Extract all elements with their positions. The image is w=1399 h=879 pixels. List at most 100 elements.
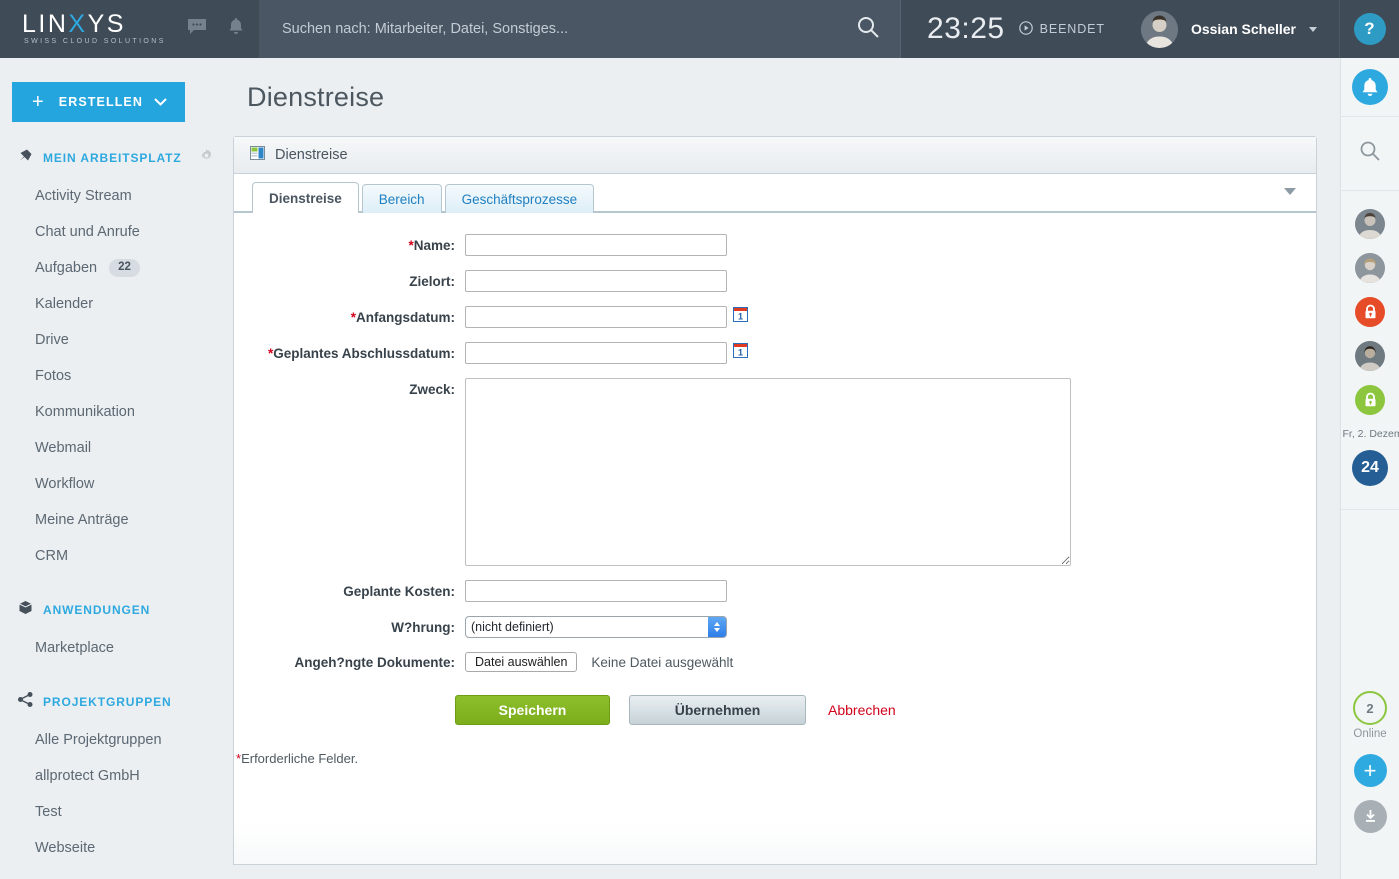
sidebar-item-fotos[interactable]: Fotos <box>0 358 233 394</box>
geplante-kosten-input[interactable] <box>465 580 727 602</box>
clock-status[interactable]: BEENDET <box>1018 20 1105 38</box>
form-row-abschlussdatum: *Geplantes Abschlussdatum: 1 <box>234 342 1316 364</box>
sidebar-item-workflow[interactable]: Workflow <box>0 466 233 502</box>
download-icon[interactable] <box>1353 800 1387 833</box>
search-icon[interactable] <box>856 15 880 44</box>
sidebar-item-label: Webseite <box>35 840 96 856</box>
global-search[interactable] <box>260 0 902 58</box>
zielort-input[interactable] <box>465 270 727 292</box>
chevron-down-icon <box>154 95 167 109</box>
tab-geschaeftsprozesse[interactable]: Geschäftsprozesse <box>444 184 595 213</box>
required-fields-note: *Erforderliche Felder. <box>234 725 1316 766</box>
abschlussdatum-input[interactable] <box>465 342 727 364</box>
sidebar-item-label: Webmail <box>35 440 92 456</box>
currency-select[interactable]: (nicht definiert) <box>465 616 727 638</box>
form-row-anfangsdatum: *Anfangsdatum: 1 <box>234 306 1316 328</box>
add-button[interactable]: + <box>1353 754 1387 787</box>
avatar[interactable] <box>1355 341 1385 371</box>
avatar[interactable] <box>1355 253 1385 283</box>
svg-text:1: 1 <box>738 348 743 358</box>
sidebar-item-label: Kommunikation <box>35 404 135 420</box>
required-note-text: Erforderliche Felder. <box>241 751 359 766</box>
page-title: Dienstreise <box>247 82 385 112</box>
form-row-name: *Name: <box>234 234 1316 256</box>
online-count-badge[interactable]: 2 <box>1353 691 1387 725</box>
cancel-button[interactable]: Abbrechen <box>828 702 896 718</box>
tab-label: Dienstreise <box>269 190 342 206</box>
sidebar-item-alle-projektgruppen[interactable]: Alle Projektgruppen <box>0 722 233 758</box>
sidebar-item-label: Marketplace <box>35 640 114 656</box>
name-input[interactable] <box>465 234 727 256</box>
notifications-section <box>1340 58 1399 117</box>
sidebar-item-marketplace[interactable]: Marketplace <box>0 630 233 666</box>
panel-header-label: Dienstreise <box>275 147 348 163</box>
sidebar-item-label: Aufgaben <box>35 260 98 276</box>
play-circle-icon <box>1018 20 1033 38</box>
sidebar-item-label: Meine Anträge <box>35 512 129 528</box>
sidebar-item-webseite[interactable]: Webseite <box>0 830 233 866</box>
sidebar-item-label: Workflow <box>35 476 95 492</box>
clock-time: 23:25 <box>927 12 1005 45</box>
task-count-badge: 22 <box>109 259 140 277</box>
user-name: Ossian Scheller <box>1190 21 1296 37</box>
contacts-section: Fr, 2. Dezemb 24 <box>1340 191 1399 510</box>
label-text: Zielort: <box>409 273 455 289</box>
sidebar-item-drive[interactable]: Drive <box>0 322 233 358</box>
sidebar-item-crm[interactable]: CRM <box>0 538 233 574</box>
lock-icon-green[interactable] <box>1355 385 1385 415</box>
sidebar-item-kommunikation[interactable]: Kommunikation <box>0 394 233 430</box>
sidebar-item-webmail[interactable]: Webmail <box>0 430 233 466</box>
user-menu[interactable]: Ossian Scheller <box>1123 0 1340 58</box>
search-input[interactable] <box>282 21 857 37</box>
logo[interactable]: LINXYS SWISS CLOUD SOLUTIONS <box>22 11 166 47</box>
label-text: Zweck: <box>409 382 455 397</box>
sidebar-item-aufgaben[interactable]: Aufgaben 22 <box>0 250 233 286</box>
save-button[interactable]: Speichern <box>455 695 610 725</box>
label-text: Anfangsdatum: <box>356 309 455 325</box>
sidebar-item-label: Activity Stream <box>35 188 132 204</box>
sidebar-item-chat[interactable]: Chat und Anrufe <box>0 214 233 250</box>
sidebar-item-meine-antraege[interactable]: Meine Anträge <box>0 502 233 538</box>
avatar <box>1140 10 1178 48</box>
create-button[interactable]: + ERSTELLEN <box>12 82 185 122</box>
zweck-textarea[interactable] <box>465 378 1071 566</box>
anfangsdatum-input[interactable] <box>465 306 727 328</box>
sidebar-group-title: MEIN ARBEITSPLATZ <box>43 151 182 165</box>
chat-bubble-icon[interactable] <box>187 19 206 39</box>
day-number-badge[interactable]: 24 <box>1352 450 1388 486</box>
label-text: Geplante Kosten: <box>343 583 455 599</box>
tab-label: Geschäftsprozesse <box>461 191 578 207</box>
work-timer[interactable]: 23:25 BEENDET <box>901 0 1123 58</box>
help-button[interactable]: ? <box>1353 13 1386 45</box>
calendar-icon[interactable]: 1 <box>733 343 748 363</box>
sidebar-item-allprotect[interactable]: allprotect GmbH <box>0 758 233 794</box>
tab-dienstreise[interactable]: Dienstreise <box>252 182 359 213</box>
sidebar-group-header-workplace[interactable]: MEIN ARBEITSPLATZ <box>0 122 233 178</box>
panel-body: Dienstreise Bereich Geschäftsprozesse *N… <box>234 174 1316 864</box>
sidebar-item-activity-stream[interactable]: Activity Stream <box>0 178 233 214</box>
gear-icon[interactable] <box>200 149 213 167</box>
sidebar-item-test[interactable]: Test <box>0 794 233 830</box>
bell-icon[interactable] <box>1352 69 1388 105</box>
file-status-text: Keine Datei ausgewählt <box>591 654 734 670</box>
apply-button[interactable]: Übernehmen <box>629 695 806 725</box>
sidebar-group-title: PROJEKTGRUPPEN <box>43 695 172 709</box>
caret-down-icon[interactable] <box>1284 188 1296 195</box>
tab-label: Bereich <box>378 191 425 207</box>
logo-part-2: YS <box>87 10 126 38</box>
caret-down-icon[interactable] <box>1309 26 1317 32</box>
calendar-icon[interactable]: 1 <box>733 307 748 327</box>
sidebar-group-header-projects[interactable]: PROJEKTGRUPPEN <box>0 666 233 722</box>
svg-text:1: 1 <box>738 312 743 322</box>
choose-file-button[interactable]: Datei auswählen <box>465 652 578 672</box>
sidebar-item-kalender[interactable]: Kalender <box>0 286 233 322</box>
clock-status-label: BEENDET <box>1039 22 1105 36</box>
bell-icon[interactable] <box>228 18 244 40</box>
search-icon[interactable] <box>1359 128 1381 179</box>
search-section <box>1340 117 1399 191</box>
logo-part-1: LIN <box>22 10 69 38</box>
tab-bereich[interactable]: Bereich <box>361 184 442 213</box>
lock-icon-red[interactable] <box>1355 297 1385 327</box>
avatar[interactable] <box>1355 209 1385 239</box>
sidebar-group-header-applications[interactable]: ANWENDUNGEN <box>0 574 233 630</box>
